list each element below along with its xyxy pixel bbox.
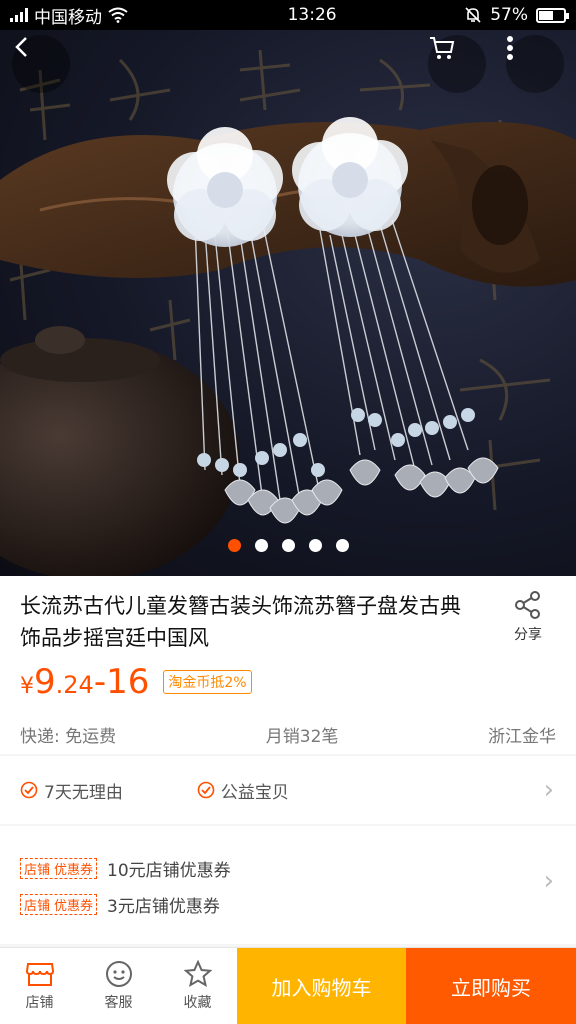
more-button[interactable] [506,35,564,93]
mute-bell-icon [465,7,481,23]
more-vertical-icon [507,36,513,60]
chevron-right-icon: › [543,775,554,805]
ship-location: 浙江金华 [488,727,556,747]
bottom-action-bar: 店铺 客服 收藏 加入购物车 立即购买 [0,947,576,1024]
chevron-left-icon [15,37,27,57]
clock: 13:26 [287,5,337,25]
coin-discount-tag: 淘金币抵2% [163,670,252,694]
coupon-text: 10元店铺优惠券 [107,860,231,881]
wifi-icon [108,7,128,23]
coupon-text: 3元店铺优惠券 [107,896,220,917]
product-title: 长流苏古代儿童发簪古装头饰流苏簪子盘发古典饰品步摇宫廷中国风 [20,594,461,650]
carousel-indicator[interactable] [0,539,576,552]
carousel-dot[interactable] [308,539,322,552]
service-item: 7天无理由 [20,778,123,803]
cart-button[interactable] [428,35,486,93]
battery-percent: 57% [490,5,528,25]
check-circle-icon [20,781,38,799]
customer-service-button[interactable]: 客服 [79,948,158,1024]
shopping-cart-icon [430,37,455,59]
price-decimal: .24 [55,671,94,699]
battery-icon [536,7,569,23]
chevron-right-icon: › [543,866,554,896]
coupon-tag-store: 店铺 [24,898,51,914]
favorite-label: 收藏 [183,995,212,1011]
service-item: 公益宝贝 [197,778,289,803]
store-button[interactable]: 店铺 [0,948,79,1024]
share-icon [515,591,540,619]
favorite-button[interactable]: 收藏 [158,948,237,1024]
carousel-dot[interactable] [335,539,349,552]
price-int: 9 [34,662,56,702]
store-icon [25,963,54,986]
price: ¥ 9 .24 -16 淘金币抵2% [20,662,252,702]
share-label: 分享 [514,627,542,643]
service-label: 公益宝贝 [220,782,289,803]
coupon-tag-store: 店铺 [24,862,51,878]
monthly-sales: 月销32笔 [265,727,339,747]
carousel-dot[interactable] [227,539,241,552]
status-bar: 中国移动 13:26 57% [0,0,576,30]
coupon-tag: 店铺 优惠券 [20,857,98,879]
add-to-cart-button[interactable]: 加入购物车 [237,948,406,1024]
service-label: 客服 [104,995,133,1011]
service-guarantees[interactable]: 7天无理由 公益宝贝 › [0,756,576,824]
carrier-name: 中国移动 [34,7,102,28]
coupon-tag: 店铺 优惠券 [20,893,98,915]
price-symbol: ¥ [20,674,34,699]
coupon-section[interactable]: 店铺 优惠券 10元店铺优惠券 店铺 优惠券 3元店铺优惠券 › [0,826,576,944]
star-icon [183,960,212,988]
shipping-info: 快递: 免运费 [20,727,117,747]
product-meta: 快递: 免运费 月销32笔 浙江金华 [20,722,556,747]
signal-icon [10,8,28,22]
coupon-tag-type: 优惠券 [54,862,94,878]
store-label: 店铺 [25,995,54,1011]
buy-now-button[interactable]: 立即购买 [406,948,576,1024]
back-button[interactable] [12,35,70,93]
carousel-dot[interactable] [281,539,295,552]
coupon-item[interactable]: 店铺 优惠券 3元店铺优惠券 [20,886,556,922]
service-label: 7天无理由 [44,782,123,803]
share-button[interactable]: 分享 [498,588,558,644]
price-range-end: -16 [93,662,150,702]
coupon-tag-type: 优惠券 [54,898,94,914]
coupon-item[interactable]: 店铺 优惠券 10元店铺优惠券 [20,850,556,886]
product-photo [0,49,576,576]
product-image-carousel[interactable] [0,30,576,576]
carousel-dot[interactable] [254,539,268,552]
product-info: 长流苏古代儿童发簪古装头饰流苏簪子盘发古典饰品步摇宫廷中国风 分享 ¥ 9 .2… [0,576,576,754]
smiley-chat-icon [105,961,132,987]
check-circle-icon [197,781,215,799]
